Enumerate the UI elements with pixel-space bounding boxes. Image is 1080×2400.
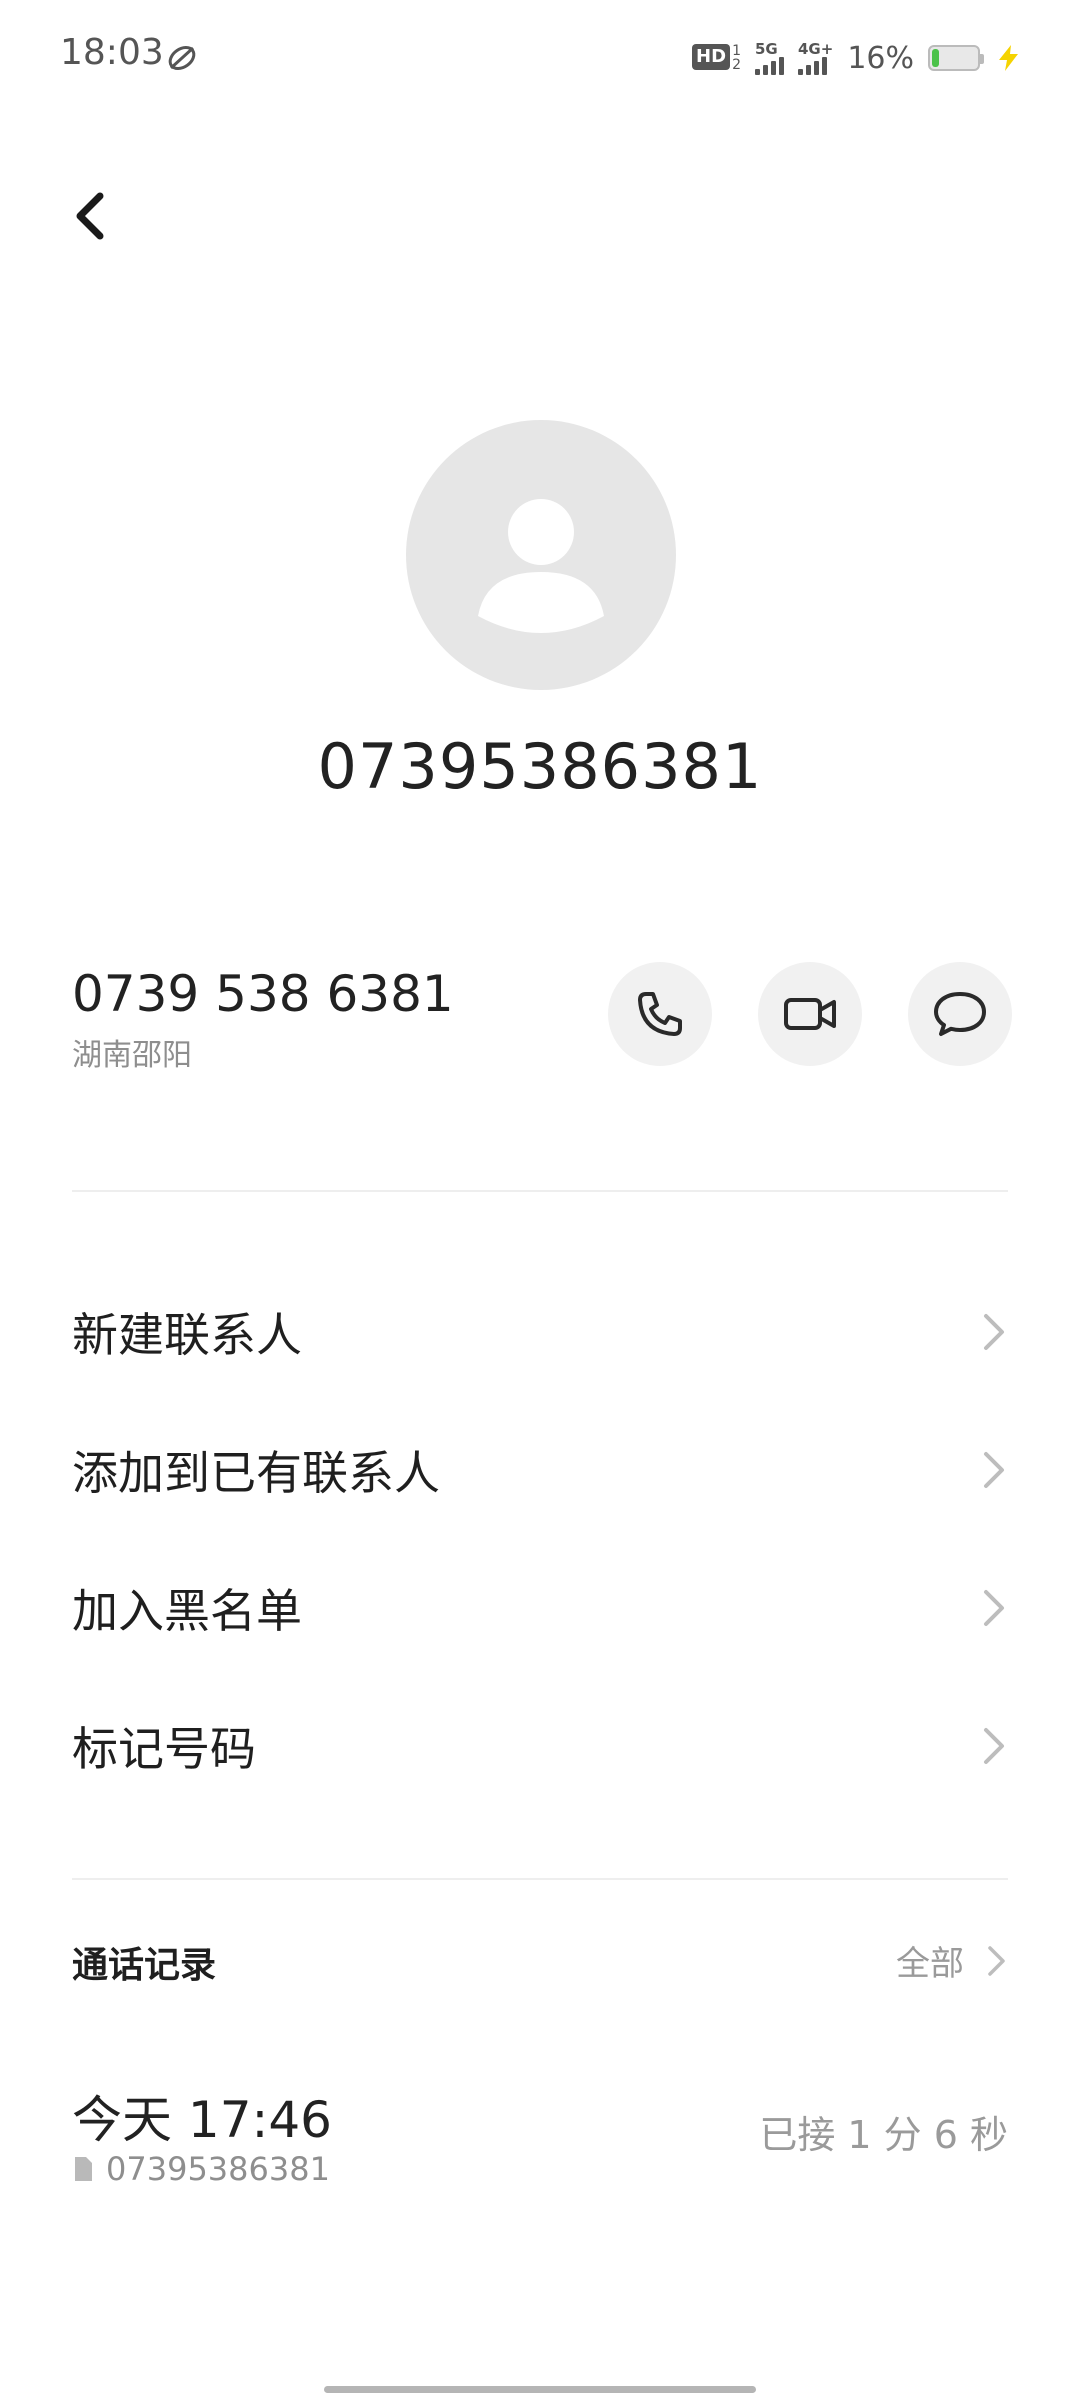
menu-item-mark-number[interactable]: 标记号码 xyxy=(72,1696,1008,1796)
call-log-all-button[interactable]: 全部 xyxy=(896,1936,1008,1985)
call-button[interactable] xyxy=(608,962,712,1066)
menu-item-add-to-existing[interactable]: 添加到已有联系人 xyxy=(72,1420,1008,1520)
battery-icon xyxy=(928,45,984,71)
status-bar: 18:03 HD 1 2 5G 4G+ 16% xyxy=(0,0,1080,116)
contact-title: 07395386381 xyxy=(317,730,763,803)
video-camera-icon xyxy=(784,998,836,1030)
avatar xyxy=(406,420,676,690)
message-bubble-icon xyxy=(934,992,986,1036)
battery-percent: 16% xyxy=(847,40,914,76)
battery-fill xyxy=(932,49,940,67)
video-call-button[interactable] xyxy=(758,962,862,1066)
hd-voice-icon: HD 1 2 xyxy=(692,44,741,72)
menu-item-label: 新建联系人 xyxy=(72,1308,302,1362)
chevron-right-icon xyxy=(988,1945,1005,1976)
home-indicator[interactable] xyxy=(324,2386,756,2393)
person-icon xyxy=(478,499,604,633)
phone-location: 湖南邵阳 xyxy=(72,1038,192,1073)
sim-card-icon xyxy=(75,2157,92,2181)
menu-item-label: 加入黑名单 xyxy=(72,1584,302,1638)
call-log-sub: 07395386381 xyxy=(72,2150,330,2188)
message-button[interactable] xyxy=(908,962,1012,1066)
chevron-right-icon xyxy=(984,1452,1004,1488)
call-log-all-label: 全部 xyxy=(896,1944,964,1984)
chevron-right-icon xyxy=(984,1314,1004,1350)
call-log-status: 已接 1 分 6 秒 xyxy=(759,2113,1008,2157)
divider xyxy=(72,1190,1008,1192)
charging-bolt-icon xyxy=(999,45,1018,71)
contact-detail-screen: 18:03 HD 1 2 5G 4G+ 16% 07395386381 0739… xyxy=(0,0,1080,2400)
status-time: 18:03 xyxy=(60,32,164,73)
divider xyxy=(72,1878,1008,1880)
chevron-right-icon xyxy=(984,1590,1004,1626)
menu-item-label: 标记号码 xyxy=(72,1722,256,1776)
signal-4g-icon: 4G+ xyxy=(797,41,833,75)
back-arrow-icon xyxy=(76,192,104,240)
phone-number: 0739 538 6381 xyxy=(72,965,454,1023)
menu-item-label: 添加到已有联系人 xyxy=(72,1446,440,1500)
chevron-right-icon xyxy=(984,1728,1004,1764)
back-button[interactable] xyxy=(60,186,120,246)
sync-icon xyxy=(168,46,196,70)
menu-item-blacklist[interactable]: 加入黑名单 xyxy=(72,1558,1008,1658)
menu-item-new-contact[interactable]: 新建联系人 xyxy=(72,1282,1008,1382)
call-log-title: 通话记录 xyxy=(72,1945,217,1986)
call-log-time: 今天 17:46 xyxy=(72,2091,332,2149)
phone-icon xyxy=(638,992,682,1036)
signal-5g-icon: 5G xyxy=(754,41,784,75)
call-log-number: 07395386381 xyxy=(106,2150,330,2188)
status-indicators: HD 1 2 5G 4G+ 16% xyxy=(692,36,1024,80)
